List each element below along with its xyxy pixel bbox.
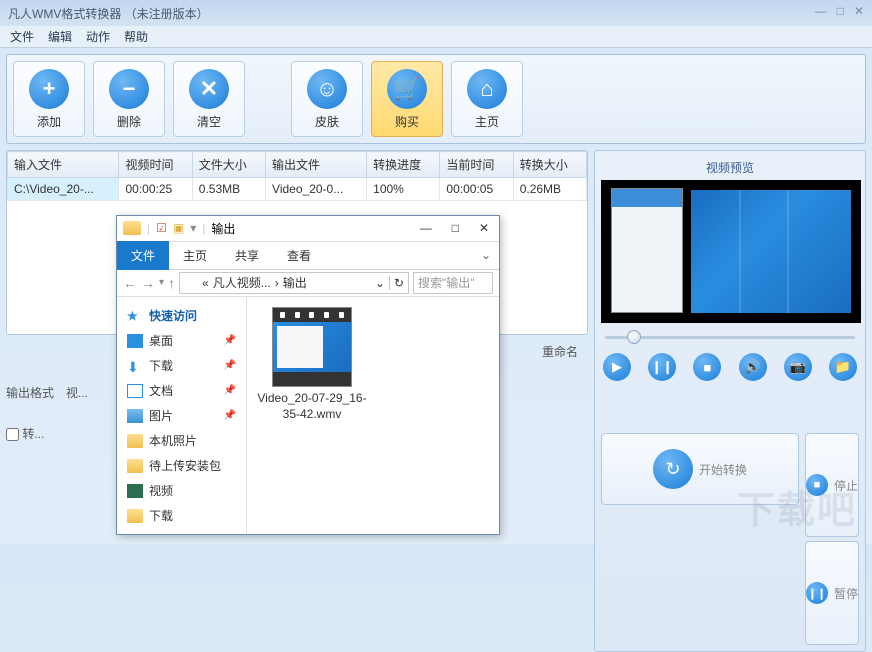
ribbon-tab-view[interactable]: 查看 [273,241,325,270]
col-curtime[interactable]: 当前时间 [440,152,513,178]
explorer-title: 输出 [211,220,235,237]
menu-file[interactable]: 文件 [10,28,34,45]
file-item[interactable]: Video_20-07-29_16-35-42.wmv [257,307,367,422]
delete-button[interactable]: −删除 [93,61,165,137]
player-buttons: ▶ ❙❙ ■ 🔊 📷 📁 [601,351,859,385]
col-fsize[interactable]: 文件大小 [192,152,265,178]
rename-label[interactable]: 重命名 [542,343,578,360]
stop-convert-button[interactable]: ■ 停止 [805,433,859,537]
video-preview[interactable] [601,180,861,323]
nav-back[interactable]: ← [123,275,137,291]
maximize-button[interactable]: □ [837,4,844,18]
sidebar-pending[interactable]: 待上传安装包 [117,453,246,478]
output-format-label: 输出格式 [6,384,54,401]
col-vtime[interactable]: 视频时间 [119,152,192,178]
nav-forward[interactable]: → [141,275,155,291]
home-icon: ⌂ [467,69,507,109]
stop-icon: ■ [806,474,828,496]
refresh-icon: ↻ [653,449,693,489]
explorer-maximize[interactable]: □ [448,221,463,235]
file-explorer-window: | ☑ ▣ ▾ | 输出 — □ ✕ 文件 主页 共享 查看 ⌄ ← → ▾ ↑… [116,215,500,535]
sidebar-docs[interactable]: 文档📌 [117,378,246,403]
app-title: 凡人WMV格式转换器 （未注册版本） [8,5,209,22]
sidebar-downloads[interactable]: ⬇下载📌 [117,353,246,378]
sidebar-desktop[interactable]: 桌面📌 [117,328,246,353]
add-button[interactable]: +添加 [13,61,85,137]
minus-icon: − [109,69,149,109]
smile-icon: ☺ [307,69,347,109]
explorer-search[interactable]: 搜索"输出" [413,272,493,294]
pause-icon: ❙❙ [806,582,828,604]
col-output[interactable]: 输出文件 [266,152,367,178]
menubar: 文件 编辑 动作 帮助 [0,26,872,48]
home-button[interactable]: ⌂主页 [451,61,523,137]
pause-button[interactable]: ❙❙ [648,353,676,381]
quick-check-icon[interactable]: ☑ [156,221,167,235]
skin-button[interactable]: ☺皮肤 [291,61,363,137]
convert-checkbox-label[interactable]: 转... [6,425,44,442]
volume-button[interactable]: 🔊 [739,353,767,381]
buy-button[interactable]: 🛒购买 [371,61,443,137]
menu-action[interactable]: 动作 [86,28,110,45]
sidebar-localpics[interactable]: 本机照片 [117,428,246,453]
stop-button[interactable]: ■ [693,353,721,381]
minimize-button[interactable]: — [815,4,827,18]
start-convert-button[interactable]: ↻ 开始转换 [601,433,799,505]
sidebar-pics[interactable]: 图片📌 [117,403,246,428]
nav-history[interactable]: ▾ [159,277,164,288]
sidebar-quick-access[interactable]: ★快速访问 [117,303,246,328]
address-bar[interactable]: « 凡人视频... › 输出 ⌄ ↻ [179,272,409,294]
explorer-ribbon: 文件 主页 共享 查看 ⌄ [117,242,499,270]
explorer-content[interactable]: Video_20-07-29_16-35-42.wmv [247,297,499,534]
explorer-titlebar[interactable]: | ☑ ▣ ▾ | 输出 — □ ✕ [117,216,499,242]
sidebar-downloads2[interactable]: 下载 [117,503,246,528]
col-progress[interactable]: 转换进度 [367,152,440,178]
file-name: Video_20-07-29_16-35-42.wmv [257,391,367,422]
ribbon-expand-icon[interactable]: ⌄ [481,248,491,262]
quick-folder-icon[interactable]: ▣ [173,221,184,235]
titlebar: 凡人WMV格式转换器 （未注册版本） — □ ✕ [0,0,872,26]
toolbar: +添加 −删除 ✕清空 ☺皮肤 🛒购买 ⌂主页 [6,54,866,144]
x-icon: ✕ [189,69,229,109]
col-input[interactable]: 输入文件 [8,152,119,178]
plus-icon: + [29,69,69,109]
menu-edit[interactable]: 编辑 [48,28,72,45]
explorer-minimize[interactable]: — [416,221,436,235]
preview-title: 视频预览 [601,157,859,180]
play-button[interactable]: ▶ [603,353,631,381]
cart-icon: 🛒 [387,69,427,109]
folder-icon [184,277,198,288]
explorer-close[interactable]: ✕ [475,221,493,235]
convert-checkbox[interactable] [6,428,19,441]
ribbon-tab-file[interactable]: 文件 [117,241,169,270]
clear-button[interactable]: ✕清空 [173,61,245,137]
nav-up[interactable]: ↑ [168,275,175,291]
explorer-nav: ← → ▾ ↑ « 凡人视频... › 输出 ⌄ ↻ 搜索"输出" [117,270,499,297]
folder-icon [123,221,141,235]
seek-slider[interactable] [601,329,859,345]
menu-help[interactable]: 帮助 [124,28,148,45]
video-label: 视... [66,384,88,401]
open-folder-button[interactable]: 📁 [829,353,857,381]
pause-convert-button[interactable]: ❙❙ 暂停 [805,541,859,645]
ribbon-tab-share[interactable]: 共享 [221,241,273,270]
col-csize[interactable]: 转换大小 [513,152,586,178]
sidebar-video[interactable]: 视频 [117,478,246,503]
preview-pane: 视频预览 ▶ ❙❙ ■ 🔊 📷 📁 ↻ 开始转换 ■ 停止 [594,150,866,652]
ribbon-tab-home[interactable]: 主页 [169,241,221,270]
explorer-sidebar: ★快速访问 桌面📌 ⬇下载📌 文档📌 图片📌 本机照片 待上传安装包 视频 下载 [117,297,247,534]
close-button[interactable]: ✕ [854,4,864,18]
video-file-icon [272,307,352,387]
snapshot-button[interactable]: 📷 [784,353,812,381]
window-controls: — □ ✕ [815,4,864,18]
table-row[interactable]: C:\Video_20-... 00:00:25 0.53MB Video_20… [8,178,587,201]
